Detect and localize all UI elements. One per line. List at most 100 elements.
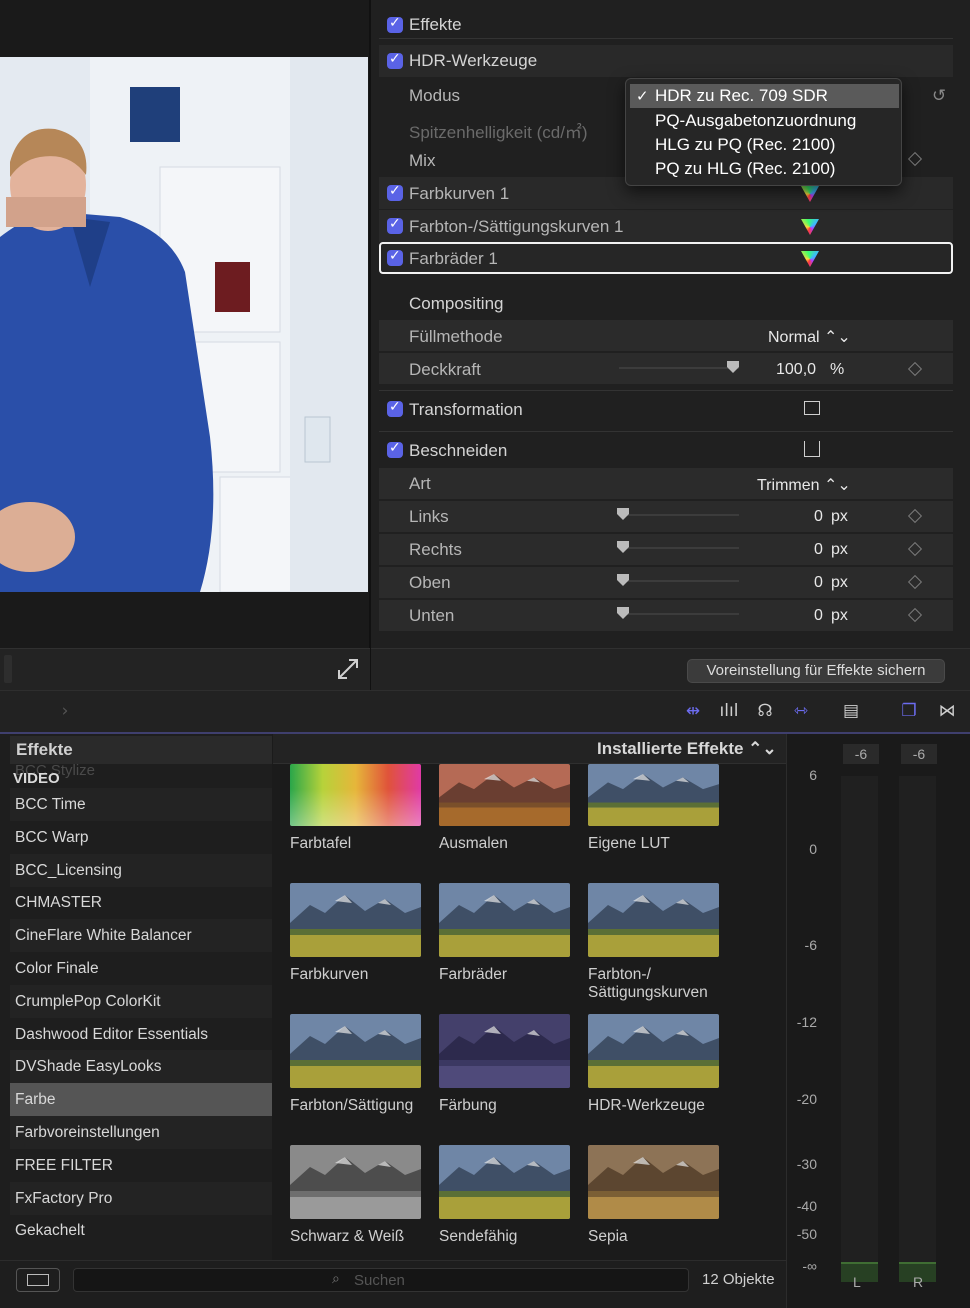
- menu-item-pq-hlg[interactable]: PQ zu HLG (Rec. 2100): [630, 157, 899, 181]
- effect-thumbnail[interactable]: [290, 764, 421, 826]
- deckkraft-keyframe-icon[interactable]: [907, 361, 923, 377]
- menu-item-pq-tonemap[interactable]: PQ-Ausgabetonzuordnung: [630, 109, 899, 133]
- color-board-icon[interactable]: [801, 251, 819, 267]
- sidebar-item[interactable]: FREE FILTER: [10, 1149, 272, 1182]
- crop-slider-track[interactable]: [619, 547, 739, 549]
- transform-onscreen-icon[interactable]: [804, 401, 820, 415]
- hdr-checkbox[interactable]: [387, 51, 403, 69]
- sidebar-item[interactable]: BCC Warp: [10, 821, 272, 854]
- deckkraft-value[interactable]: 100,0: [776, 361, 816, 379]
- sidebar-item[interactable]: Gekachelt: [10, 1214, 272, 1247]
- spitzenhelligkeit-label: Spitzenhelligkeit (cd/㎡): [409, 123, 588, 142]
- farbraeder-row[interactable]: Farbräder 1: [379, 242, 953, 274]
- crop-slider-knob[interactable]: [617, 574, 629, 586]
- effect-thumbnail[interactable]: [588, 883, 719, 957]
- sidebar-item[interactable]: Color Finale: [10, 952, 272, 985]
- effects-browser-icon[interactable]: ❐: [896, 700, 922, 722]
- clip-appearance-icon[interactable]: ▤: [838, 700, 864, 722]
- sidebar-item[interactable]: Farbe: [10, 1083, 272, 1117]
- effect-thumbnail[interactable]: [439, 1145, 570, 1219]
- farbraeder-label: Farbräder 1: [409, 249, 498, 268]
- sidebar-item[interactable]: CineFlare White Balancer: [10, 919, 272, 953]
- effect-thumbnail[interactable]: [588, 764, 719, 826]
- effect-thumbnail[interactable]: [290, 883, 421, 957]
- effect-thumbnail[interactable]: [439, 764, 570, 826]
- crop-slider-track[interactable]: [619, 580, 739, 582]
- menu-item-label: HDR zu Rec. 709 SDR: [655, 86, 828, 105]
- headphones-icon[interactable]: ☊: [752, 700, 778, 722]
- skimming-icon[interactable]: ⇿: [788, 700, 814, 722]
- menu-item-label: HLG zu PQ (Rec. 2100): [655, 135, 836, 154]
- crop-keyframe-icon[interactable]: [907, 541, 923, 557]
- crop-slider-knob[interactable]: [617, 541, 629, 553]
- menu-item-hdr-rec709[interactable]: ✓ HDR zu Rec. 709 SDR: [630, 84, 899, 108]
- search-field[interactable]: ⌕ Suchen: [73, 1268, 689, 1292]
- crop-keyframe-icon[interactable]: [907, 574, 923, 590]
- sidebar-item[interactable]: Dashwood Editor Essentials: [10, 1018, 272, 1051]
- audio-skimming-icon[interactable]: ılıl: [716, 700, 742, 722]
- video-frame[interactable]: [0, 57, 368, 592]
- effect-thumbnail[interactable]: [439, 1014, 570, 1088]
- mix-keyframe-icon[interactable]: [907, 151, 923, 167]
- crop-value[interactable]: 0: [814, 574, 823, 592]
- effekte-checkbox[interactable]: [387, 15, 403, 33]
- crop-slider-track[interactable]: [619, 514, 739, 516]
- fullscreen-icon[interactable]: [337, 658, 359, 680]
- meter-scale-label: -40: [796, 1198, 817, 1214]
- save-effects-preset-button[interactable]: Voreinstellung für Effekte sichern: [687, 659, 945, 683]
- sidebar-item[interactable]: CHMASTER: [10, 886, 272, 919]
- crop-slider-knob[interactable]: [617, 607, 629, 619]
- color-board-icon[interactable]: [801, 186, 819, 202]
- sidebar-item[interactable]: CrumplePop ColorKit: [10, 984, 272, 1018]
- crop-value[interactable]: 0: [814, 607, 823, 625]
- transformation-checkbox[interactable]: [387, 399, 403, 417]
- farbraeder-checkbox[interactable]: [387, 248, 403, 266]
- effect-label: Farbtafel: [290, 835, 352, 852]
- deckkraft-slider-knob[interactable]: [727, 361, 739, 373]
- reset-icon[interactable]: ↺: [932, 86, 946, 106]
- installed-effects-popup[interactable]: Installierte Effekte ⌃⌄: [597, 739, 777, 759]
- sidebar-item[interactable]: BCC Time: [10, 788, 272, 821]
- sidebar-toggle-button[interactable]: [16, 1268, 60, 1292]
- modus-dropdown-menu: ✓ HDR zu Rec. 709 SDR PQ-Ausgabetonzuord…: [625, 78, 902, 186]
- color-board-icon[interactable]: [801, 219, 819, 235]
- deckkraft-slider-track[interactable]: [619, 367, 739, 369]
- sidebar-item[interactable]: BCC_Licensing: [10, 853, 272, 887]
- farbton-checkbox[interactable]: [387, 216, 403, 234]
- effect-label: Ausmalen: [439, 835, 508, 852]
- fuellmethode-select[interactable]: Normal ⌃⌄: [768, 327, 851, 347]
- crop-value[interactable]: 0: [814, 541, 823, 559]
- beschneiden-checkbox[interactable]: [387, 440, 403, 458]
- snapping-icon[interactable]: ⇹: [680, 700, 706, 722]
- crop-slider-knob[interactable]: [617, 508, 629, 520]
- farbkurven-checkbox[interactable]: [387, 183, 403, 201]
- crop-value[interactable]: 0: [814, 508, 823, 526]
- viewer-handle[interactable]: [4, 655, 12, 683]
- crop-keyframe-icon[interactable]: [907, 607, 923, 623]
- chevron-right-icon[interactable]: ›: [52, 700, 78, 722]
- sidebar-item[interactable]: DVShade EasyLooks: [10, 1050, 272, 1084]
- grid-header: Installierte Effekte ⌃⌄: [273, 734, 786, 764]
- art-select[interactable]: Trimmen ⌃⌄: [757, 475, 851, 495]
- sidebar-item[interactable]: Farbvoreinstellungen: [10, 1116, 272, 1149]
- sidebar-item[interactable]: FxFactory Pro: [10, 1181, 272, 1215]
- crop-keyframe-icon[interactable]: [907, 508, 923, 524]
- hdr-effect-row[interactable]: HDR-Werkzeuge: [379, 45, 953, 77]
- farbton-row[interactable]: Farbton-/Sättigungskurven 1: [379, 210, 953, 242]
- meter-scale-label: -50: [796, 1226, 817, 1242]
- menu-item-hlg-pq[interactable]: HLG zu PQ (Rec. 2100): [630, 133, 899, 157]
- effect-thumbnail[interactable]: [290, 1014, 421, 1088]
- art-row: Art Trimmen ⌃⌄: [379, 468, 953, 499]
- effect-thumbnail[interactable]: [588, 1145, 719, 1219]
- crop-slider-track[interactable]: [619, 613, 739, 615]
- deckkraft-label: Deckkraft: [409, 360, 481, 379]
- transitions-browser-icon[interactable]: ⋈: [934, 700, 960, 722]
- effect-thumbnail[interactable]: [439, 883, 570, 957]
- crop-row-unten: Unten 0 px: [379, 600, 953, 631]
- effect-thumbnail[interactable]: [290, 1145, 421, 1219]
- effect-thumbnail[interactable]: [588, 1014, 719, 1088]
- crop-onscreen-icon[interactable]: [804, 441, 820, 457]
- effect-label: Schwarz & Weiß: [290, 1228, 405, 1245]
- meter-scale-label: -12: [796, 1014, 817, 1030]
- modus-label: Modus: [409, 86, 461, 105]
